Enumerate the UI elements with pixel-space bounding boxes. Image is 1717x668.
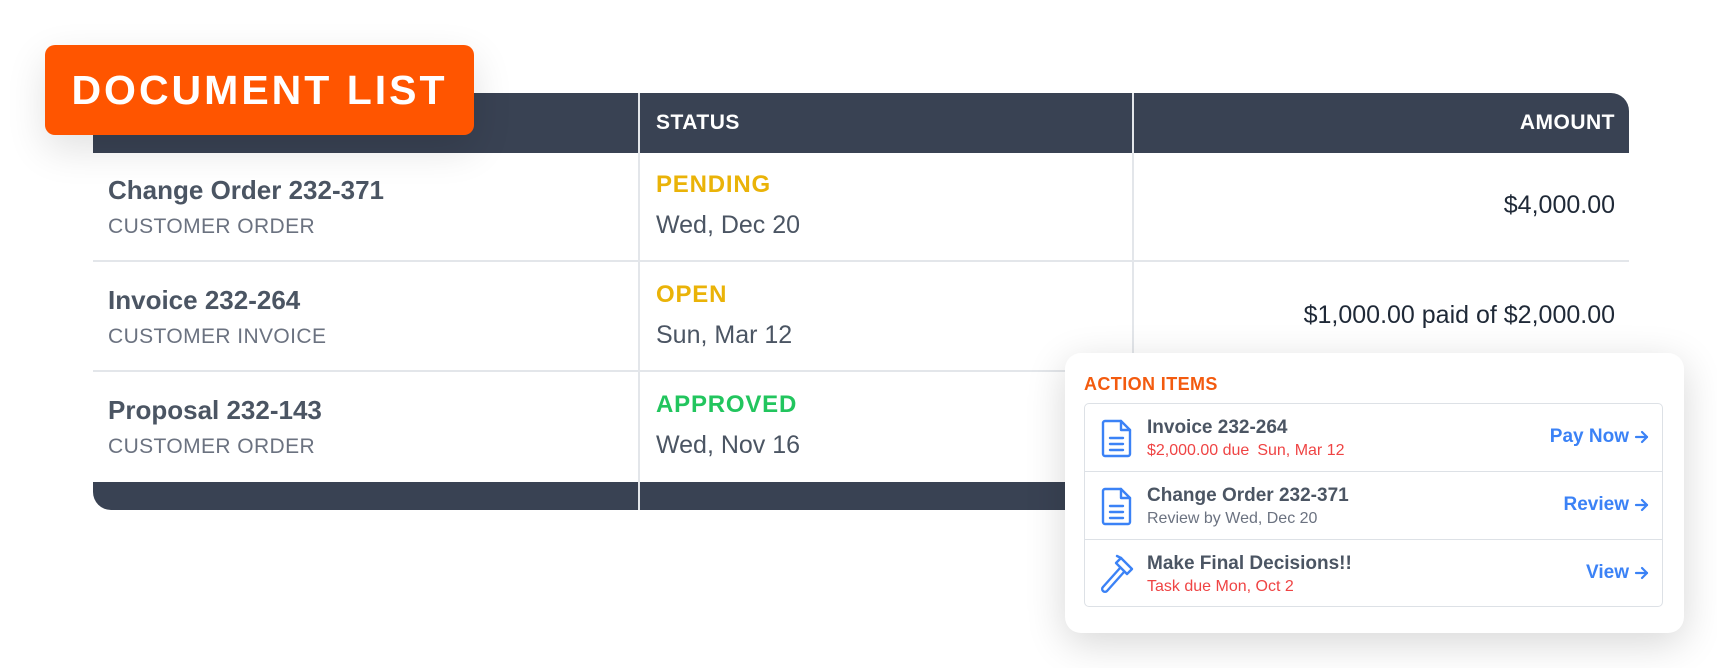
document-title[interactable]: Invoice 232-264: [108, 285, 300, 316]
review-button[interactable]: Review: [1564, 494, 1650, 516]
status-label: APPROVED: [656, 391, 798, 418]
action-item-title: Make Final Decisions!!: [1147, 553, 1352, 574]
document-title[interactable]: Change Order 232-371: [108, 175, 384, 206]
action-item-title: Change Order 232-371: [1147, 485, 1349, 506]
document-list-badge: DOCUMENT LIST: [45, 45, 474, 135]
status-date: Sun, Mar 12: [656, 321, 793, 349]
action-items-card: ACTION ITEMS Invoice 232-264 $2,000.00 d…: [1065, 353, 1684, 633]
arrow-right-icon: [1634, 430, 1649, 444]
status-date: Wed, Dec 20: [656, 211, 801, 239]
pay-now-label: Pay Now: [1549, 426, 1629, 447]
action-items-list: Invoice 232-264 $2,000.00 due Sun, Mar 12…: [1084, 403, 1663, 607]
column-header-status: STATUS: [656, 111, 740, 134]
status-label: OPEN: [656, 281, 728, 308]
amount-value: $1,000.00 paid of $2,000.00: [1303, 301, 1615, 329]
hammer-icon: [1100, 554, 1134, 594]
document-title[interactable]: Proposal 232-143: [108, 395, 322, 426]
pay-now-button[interactable]: Pay Now: [1550, 426, 1650, 448]
action-items-header: ACTION ITEMS: [1084, 374, 1218, 394]
status-date: Wed, Nov 16: [656, 431, 801, 459]
amount-value: $4,000.00: [1503, 191, 1615, 219]
due-date: Sun, Mar 12: [1257, 442, 1345, 459]
list-item[interactable]: Make Final Decisions!! Task due Mon, Oct…: [1085, 540, 1662, 608]
view-label: View: [1586, 562, 1629, 583]
view-button[interactable]: View: [1586, 562, 1650, 584]
document-icon: [1101, 487, 1132, 526]
document-type: CUSTOMER ORDER: [108, 435, 316, 458]
document-type: CUSTOMER INVOICE: [108, 325, 327, 348]
amount-due: $2,000.00 due: [1147, 442, 1250, 459]
action-item-subtitle: Review by Wed, Dec 20: [1147, 510, 1318, 527]
document-type: CUSTOMER ORDER: [108, 215, 316, 238]
arrow-right-icon: [1634, 566, 1649, 580]
action-item-title: Invoice 232-264: [1147, 417, 1288, 438]
action-item-subtitle: $2,000.00 due Sun, Mar 12: [1147, 442, 1344, 460]
list-item[interactable]: Change Order 232-371 Review by Wed, Dec …: [1085, 472, 1662, 540]
table-row[interactable]: Change Order 232-371 CUSTOMER ORDER PEND…: [93, 153, 1629, 262]
arrow-right-icon: [1634, 498, 1649, 512]
action-item-subtitle: Task due Mon, Oct 2: [1147, 578, 1294, 595]
status-label: PENDING: [656, 171, 771, 198]
list-item[interactable]: Invoice 232-264 $2,000.00 due Sun, Mar 12…: [1085, 404, 1662, 472]
review-label: Review: [1563, 494, 1629, 515]
document-icon: [1101, 419, 1132, 458]
column-header-amount: AMOUNT: [1519, 111, 1615, 134]
